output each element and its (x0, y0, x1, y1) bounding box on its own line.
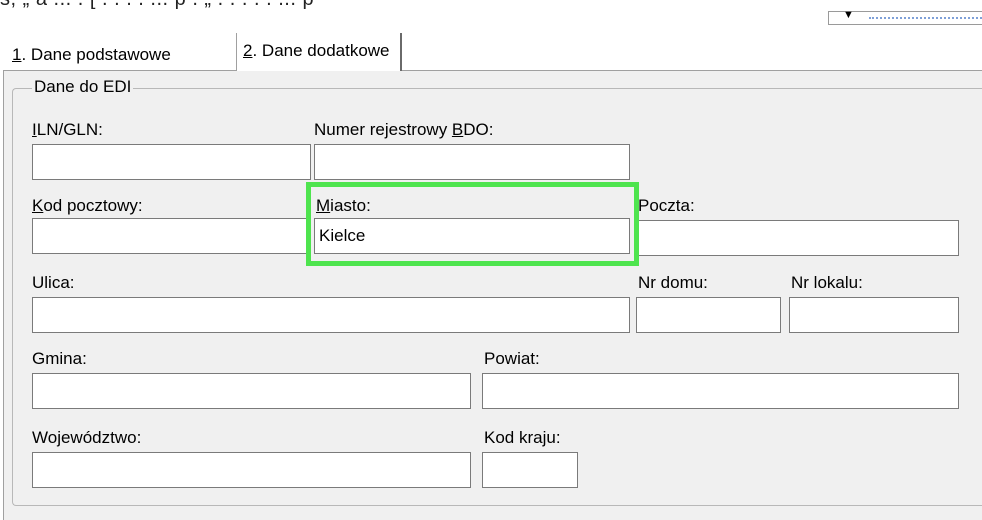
bdo-label: Numer rejestrowy BDO: (314, 120, 494, 139)
tab-strip-line (3, 70, 982, 71)
tab-1-label: Dane podstawowe (30, 45, 171, 64)
iln-label: ILN/GLN: (32, 120, 103, 139)
poczta-input[interactable] (636, 220, 959, 256)
nr-lokalu-input[interactable] (789, 297, 959, 333)
nr-lokalu-label: Nr lokalu: (791, 273, 863, 292)
kod-kraju-input[interactable] (482, 452, 578, 488)
kod-pocztowy-input[interactable] (32, 218, 311, 254)
miasto-label: Miasto: (316, 196, 371, 215)
poczta-label: Poczta: (638, 196, 695, 215)
top-strip: ś, „ a ... . [ . . . . ... p . „ . . . .… (0, 0, 982, 28)
tab-dane-podstawowe[interactable]: 1. Dane podstawowe (6, 40, 177, 70)
nr-domu-input[interactable] (636, 297, 781, 333)
bdo-input[interactable] (314, 144, 630, 180)
wojewodztwo-input[interactable] (32, 452, 471, 488)
gmina-input[interactable] (32, 373, 471, 409)
nr-domu-label: Nr domu: (638, 273, 708, 292)
header-combo[interactable]: ▼ (828, 9, 982, 25)
dotted-focus-line (869, 17, 982, 19)
tab-dane-dodatkowe[interactable]: 2. Dane dodatkowe (236, 33, 402, 71)
clipped-header-text: ś, „ a ... . [ . . . . ... p . „ . . . .… (0, 0, 314, 11)
group-title: Dane do EDI (32, 76, 134, 98)
tab-2-label: Dane dodatkowe (261, 41, 390, 60)
iln-input[interactable] (32, 144, 311, 180)
miasto-input[interactable]: Kielce (314, 218, 630, 254)
chevron-down-icon[interactable]: ▼ (843, 9, 854, 21)
kod-pocztowy-label: Kod pocztowy: (32, 196, 143, 215)
wojewodztwo-label: Województwo: (32, 428, 142, 447)
gmina-label: Gmina: (32, 349, 87, 368)
ulica-input[interactable] (32, 297, 630, 333)
powiat-label: Powiat: (484, 349, 540, 368)
ulica-label: Ulica: (32, 273, 75, 292)
kod-kraju-label: Kod kraju: (484, 428, 561, 447)
powiat-input[interactable] (482, 373, 959, 409)
